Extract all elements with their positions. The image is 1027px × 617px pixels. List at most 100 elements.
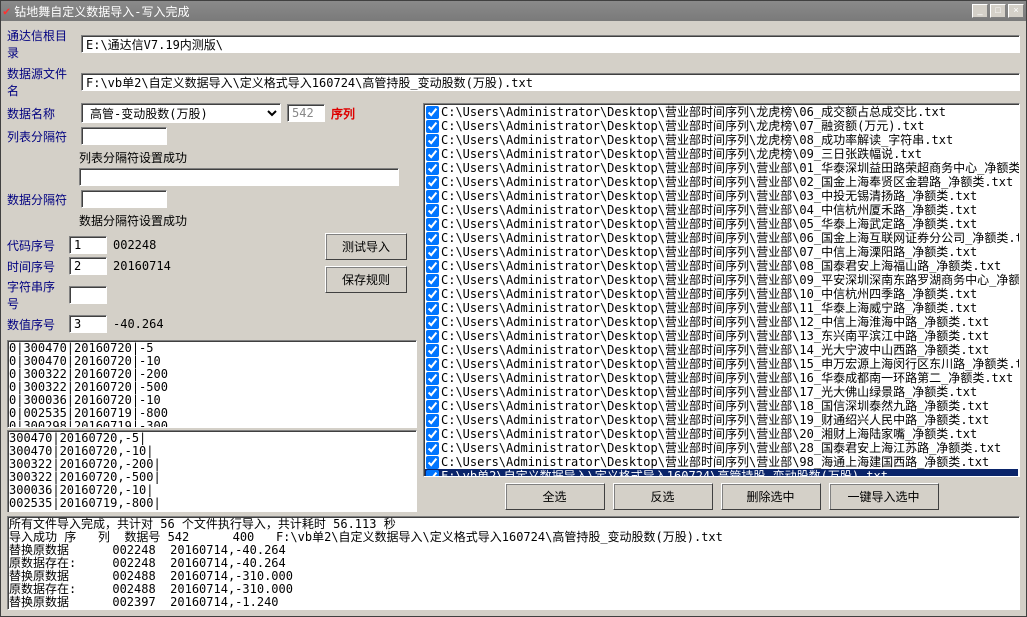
import-selected-button[interactable]: 一键导入选中 — [829, 483, 939, 510]
select-all-button[interactable]: 全选 — [505, 483, 605, 510]
file-item[interactable]: C:\Users\Administrator\Desktop\营业部时间序列\龙… — [425, 105, 1018, 119]
file-checkbox[interactable] — [426, 162, 439, 175]
datasep-status: 数据分隔符设置成功 — [79, 212, 417, 229]
timeseq-input[interactable] — [69, 257, 107, 275]
file-checkbox[interactable] — [426, 176, 439, 189]
file-item[interactable]: C:\Users\Administrator\Desktop\营业部时间序列\营… — [425, 273, 1018, 287]
colsep-result-input[interactable] — [79, 168, 399, 186]
colsep-status: 列表分隔符设置成功 — [79, 149, 417, 166]
file-checkbox[interactable] — [426, 260, 439, 273]
file-checkbox[interactable] — [426, 148, 439, 161]
preview1-list[interactable]: 0|300470|20160720|-5 0|300470|20160720|-… — [7, 340, 417, 428]
file-path: C:\Users\Administrator\Desktop\营业部时间序列\营… — [441, 259, 1001, 273]
file-checkbox[interactable] — [426, 386, 439, 399]
file-item[interactable]: C:\Users\Administrator\Desktop\营业部时间序列\营… — [425, 385, 1018, 399]
file-path: C:\Users\Administrator\Desktop\营业部时间序列\营… — [441, 161, 1020, 175]
file-item[interactable]: C:\Users\Administrator\Desktop\营业部时间序列\营… — [425, 427, 1018, 441]
invert-select-button[interactable]: 反选 — [613, 483, 713, 510]
file-item[interactable]: C:\Users\Administrator\Desktop\营业部时间序列\营… — [425, 371, 1018, 385]
test-import-button[interactable]: 测试导入 — [325, 233, 407, 260]
file-item[interactable]: C:\Users\Administrator\Desktop\营业部时间序列\营… — [425, 357, 1018, 371]
delete-selected-button[interactable]: 删除选中 — [721, 483, 821, 510]
file-item[interactable]: C:\Users\Administrator\Desktop\营业部时间序列\营… — [425, 161, 1018, 175]
file-item[interactable]: C:\Users\Administrator\Desktop\营业部时间序列\营… — [425, 315, 1018, 329]
file-item[interactable]: C:\Users\Administrator\Desktop\营业部时间序列\营… — [425, 175, 1018, 189]
file-checkbox[interactable] — [426, 232, 439, 245]
file-item[interactable]: C:\Users\Administrator\Desktop\营业部时间序列\营… — [425, 259, 1018, 273]
file-checkbox[interactable] — [426, 134, 439, 147]
srcfile-input[interactable] — [81, 73, 1020, 91]
file-checkbox[interactable] — [426, 106, 439, 119]
file-path: C:\Users\Administrator\Desktop\营业部时间序列\营… — [441, 413, 989, 427]
save-rule-button[interactable]: 保存规则 — [325, 266, 407, 293]
file-item[interactable]: C:\Users\Administrator\Desktop\营业部时间序列\营… — [425, 413, 1018, 427]
file-checkbox[interactable] — [426, 204, 439, 217]
codeseq-sample: 002248 — [113, 238, 193, 252]
file-item[interactable]: C:\Users\Administrator\Desktop\营业部时间序列\龙… — [425, 133, 1018, 147]
preview2-list[interactable]: 300470|20160720,-5| 300470|20160720,-10|… — [7, 430, 417, 512]
file-path: C:\Users\Administrator\Desktop\营业部时间序列\营… — [441, 455, 989, 469]
file-item[interactable]: C:\Users\Administrator\Desktop\营业部时间序列\营… — [425, 245, 1018, 259]
file-checkbox[interactable] — [426, 428, 439, 441]
file-checkbox[interactable] — [426, 316, 439, 329]
file-path: C:\Users\Administrator\Desktop\营业部时间序列\营… — [441, 231, 1020, 245]
file-item[interactable]: C:\Users\Administrator\Desktop\营业部时间序列\营… — [425, 455, 1018, 469]
numseq-label: 数值序号 — [7, 316, 63, 333]
file-checkbox[interactable] — [426, 442, 439, 455]
strseq-input[interactable] — [69, 286, 107, 304]
file-checkbox[interactable] — [426, 344, 439, 357]
file-item[interactable]: C:\Users\Administrator\Desktop\营业部时间序列\营… — [425, 217, 1018, 231]
file-path: C:\Users\Administrator\Desktop\营业部时间序列\营… — [441, 343, 989, 357]
log-output[interactable]: 所有文件导入完成，共计对 56 个文件执行导入，共计耗时 56.113 秒 导入… — [7, 516, 1020, 610]
file-checkbox[interactable] — [426, 372, 439, 385]
file-checkbox[interactable] — [426, 330, 439, 343]
file-path: C:\Users\Administrator\Desktop\营业部时间序列\营… — [441, 427, 977, 441]
file-item[interactable]: C:\Users\Administrator\Desktop\营业部时间序列\龙… — [425, 119, 1018, 133]
minimize-button[interactable]: _ — [972, 4, 988, 18]
file-checkbox[interactable] — [426, 400, 439, 413]
datasep-label: 数据分隔符 — [7, 191, 75, 208]
file-path: C:\Users\Administrator\Desktop\营业部时间序列\营… — [441, 217, 977, 231]
file-item[interactable]: C:\Users\Administrator\Desktop\营业部时间序列\营… — [425, 287, 1018, 301]
file-item[interactable]: C:\Users\Administrator\Desktop\营业部时间序列\营… — [425, 189, 1018, 203]
file-item[interactable]: C:\Users\Administrator\Desktop\营业部时间序列\营… — [425, 203, 1018, 217]
file-path: C:\Users\Administrator\Desktop\营业部时间序列\营… — [441, 287, 977, 301]
file-item[interactable]: C:\Users\Administrator\Desktop\营业部时间序列\营… — [425, 301, 1018, 315]
datasep-input[interactable] — [81, 190, 167, 208]
dataname-select[interactable]: 高管-变动股数(万股) — [81, 103, 281, 123]
rootdir-input[interactable] — [81, 35, 1020, 53]
codeseq-input[interactable] — [69, 236, 107, 254]
maximize-button[interactable]: □ — [990, 4, 1006, 18]
file-checkbox[interactable] — [426, 302, 439, 315]
file-checkbox[interactable] — [426, 274, 439, 287]
file-checkbox[interactable] — [426, 470, 439, 478]
file-checkbox[interactable] — [426, 190, 439, 203]
file-item[interactable]: C:\Users\Administrator\Desktop\营业部时间序列\龙… — [425, 147, 1018, 161]
file-path: C:\Users\Administrator\Desktop\营业部时间序列\营… — [441, 371, 1013, 385]
file-path: C:\Users\Administrator\Desktop\营业部时间序列\龙… — [441, 147, 922, 161]
file-path: C:\Users\Administrator\Desktop\营业部时间序列\营… — [441, 357, 1020, 371]
file-path: C:\Users\Administrator\Desktop\营业部时间序列\龙… — [441, 119, 924, 133]
numseq-input[interactable] — [69, 315, 107, 333]
file-path: C:\Users\Administrator\Desktop\营业部时间序列\营… — [441, 385, 977, 399]
file-item[interactable]: C:\Users\Administrator\Desktop\营业部时间序列\营… — [425, 343, 1018, 357]
file-checkbox[interactable] — [426, 288, 439, 301]
colsep-input[interactable] — [81, 127, 167, 145]
file-path: F:\vb单2\自定义数据导入\定义格式导入160724\高管持股_变动股数(万… — [441, 469, 888, 477]
file-item[interactable]: C:\Users\Administrator\Desktop\营业部时间序列\营… — [425, 441, 1018, 455]
file-item[interactable]: C:\Users\Administrator\Desktop\营业部时间序列\营… — [425, 231, 1018, 245]
file-checkbox[interactable] — [426, 358, 439, 371]
file-list[interactable]: C:\Users\Administrator\Desktop\营业部时间序列\龙… — [423, 103, 1020, 477]
file-checkbox[interactable] — [426, 218, 439, 231]
app-icon: ✔ — [3, 4, 10, 18]
file-checkbox[interactable] — [426, 246, 439, 259]
file-item[interactable]: C:\Users\Administrator\Desktop\营业部时间序列\营… — [425, 399, 1018, 413]
file-checkbox[interactable] — [426, 456, 439, 469]
file-item[interactable]: C:\Users\Administrator\Desktop\营业部时间序列\营… — [425, 329, 1018, 343]
file-checkbox[interactable] — [426, 120, 439, 133]
file-checkbox[interactable] — [426, 414, 439, 427]
file-path: C:\Users\Administrator\Desktop\营业部时间序列\营… — [441, 301, 977, 315]
file-path: C:\Users\Administrator\Desktop\营业部时间序列\营… — [441, 329, 989, 343]
file-item-selected[interactable]: F:\vb单2\自定义数据导入\定义格式导入160724\高管持股_变动股数(万… — [425, 469, 1018, 477]
close-button[interactable]: × — [1008, 4, 1024, 18]
